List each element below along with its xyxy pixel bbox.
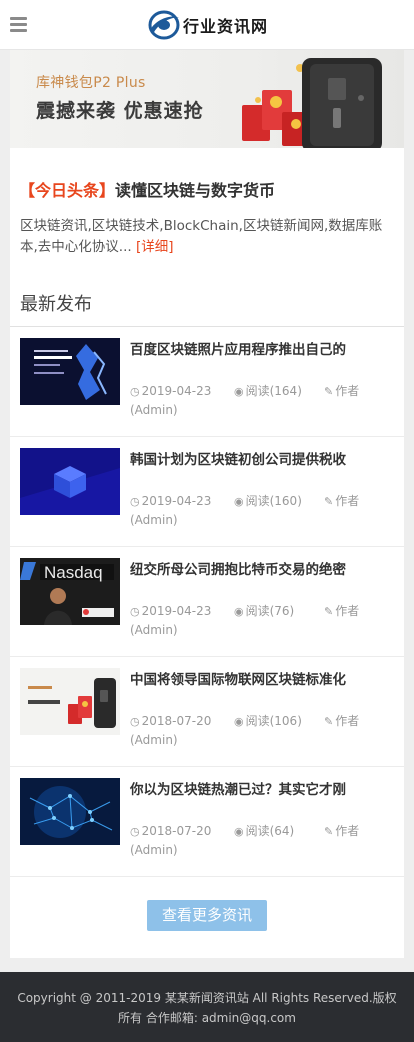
news-date: 2018-07-20 — [141, 714, 212, 728]
banner-subtitle: 库神钱包P2 Plus — [36, 75, 146, 91]
news-meta: ◷ 2018-07-20 ◉ 阅读(106) ✎ 作者(Admin) — [130, 712, 390, 749]
comment-icon: ✎ — [324, 605, 334, 618]
news-views: 阅读(76) — [245, 604, 295, 618]
top-header: 行业资讯网 — [0, 0, 414, 50]
news-item[interactable]: 百度区块链照片应用程序推出自己的 ◷ 2019-04-23 ◉ 阅读(164) ✎ 作者(… — [10, 327, 404, 437]
news-item[interactable]: 韩国计划为区块链初创公司提供税收 ◷ 2019-04-23 ◉ 阅读(160) ✎ 作者(… — [10, 437, 404, 547]
news-item[interactable]: 你以为区块链热潮已过？其实它才刚 ◷ 2018-07-20 ◉ 阅读(64) ✎ 作者(A… — [10, 767, 404, 877]
banner-title: 震撼来袭 优惠速抢 — [36, 100, 204, 122]
news-meta: ◷ 2019-04-23 ◉ 阅读(164) ✎ 作者(Admin) — [130, 382, 390, 419]
news-title: 纽交所母公司拥抱比特币交易的绝密 — [130, 562, 346, 578]
latest-section-title: 最新发布 — [20, 294, 92, 315]
news-thumbnail — [20, 668, 120, 735]
eye-icon: ◉ — [234, 605, 244, 618]
clock-icon: ◷ — [130, 715, 140, 728]
news-item[interactable]: Nasdaq 纽交所母公司拥抱比特币交易的绝密 ◷ 2019-04-23 ◉ 阅读(7… — [10, 547, 404, 657]
main-content: 库神钱包P2 Plus 震撼来袭 优惠速抢 【今日头条】读懂区块链与数字货币 区… — [10, 50, 404, 958]
footer-copyright: Copyright @ 2011-2019 某某新闻资讯站 All Rights… — [17, 991, 397, 1025]
news-date: 2019-04-23 — [141, 494, 212, 508]
details-link[interactable]: [详细] — [136, 239, 174, 255]
comment-icon: ✎ — [324, 715, 334, 728]
globe-logo-icon — [148, 10, 180, 40]
comment-icon: ✎ — [324, 495, 334, 508]
news-thumbnail — [20, 778, 120, 845]
site-name: 行业资讯网 — [183, 17, 269, 36]
news-thumbnail: Nasdaq — [20, 558, 120, 625]
page-footer: Copyright @ 2011-2019 某某新闻资讯站 All Rights… — [0, 972, 414, 1042]
eye-icon: ◉ — [234, 385, 244, 398]
comment-icon: ✎ — [324, 385, 334, 398]
news-title: 百度区块链照片应用程序推出自己的 — [130, 342, 346, 358]
eye-icon: ◉ — [234, 825, 244, 838]
eye-icon: ◉ — [234, 495, 244, 508]
news-date: 2019-04-23 — [141, 604, 212, 618]
news-views: 阅读(160) — [245, 494, 302, 508]
promo-banner[interactable]: 库神钱包P2 Plus 震撼来袭 优惠速抢 — [10, 50, 404, 148]
clock-icon: ◷ — [130, 605, 140, 618]
news-thumbnail — [20, 448, 120, 515]
news-thumbnail — [20, 338, 120, 405]
news-title: 你以为区块链热潮已过？其实它才刚 — [130, 782, 346, 798]
site-logo[interactable]: 行业资讯网 — [147, 8, 268, 42]
news-title: 韩国计划为区块链初创公司提供税收 — [130, 452, 346, 468]
news-views: 阅读(106) — [245, 714, 302, 728]
news-meta: ◷ 2018-07-20 ◉ 阅读(64) ✎ 作者(Admin) — [130, 822, 390, 859]
top-story-text: 区块链资讯,区块链技术,BlockChain,区块链新闻网,数据库账本,去中心化… — [20, 218, 383, 255]
clock-icon: ◷ — [130, 385, 140, 398]
news-date: 2018-07-20 — [141, 824, 212, 838]
news-views: 阅读(64) — [245, 824, 295, 838]
svg-text:Nasdaq: Nasdaq — [44, 563, 103, 582]
top-story-description: 区块链资讯,区块链技术,BlockChain,区块链新闻网,数据库账本,去中心化… — [20, 216, 400, 258]
news-title: 中国将领导国际物联网区块链标准化 — [130, 672, 346, 688]
news-list: 百度区块链照片应用程序推出自己的 ◷ 2019-04-23 ◉ 阅读(164) ✎ 作者(… — [10, 327, 404, 877]
news-meta: ◷ 2019-04-23 ◉ 阅读(76) ✎ 作者(Admin) — [130, 602, 390, 639]
load-more-button[interactable]: 查看更多资讯 — [147, 900, 267, 931]
news-meta: ◷ 2019-04-23 ◉ 阅读(160) ✎ 作者(Admin) — [130, 492, 390, 529]
news-views: 阅读(164) — [245, 384, 302, 398]
top-story-headline[interactable]: 【今日头条】读懂区块链与数字货币 — [19, 177, 275, 201]
hamburger-icon[interactable] — [10, 17, 27, 33]
news-date: 2019-04-23 — [141, 384, 212, 398]
news-item[interactable]: 中国将领导国际物联网区块链标准化 ◷ 2018-07-20 ◉ 阅读(106) ✎ 作者(… — [10, 657, 404, 767]
eye-icon: ◉ — [234, 715, 244, 728]
top-story-title: 读懂区块链与数字货币 — [115, 181, 276, 200]
top-story-tag: 【今日头条】 — [19, 181, 116, 200]
clock-icon: ◷ — [130, 825, 140, 838]
clock-icon: ◷ — [130, 495, 140, 508]
comment-icon: ✎ — [324, 825, 334, 838]
